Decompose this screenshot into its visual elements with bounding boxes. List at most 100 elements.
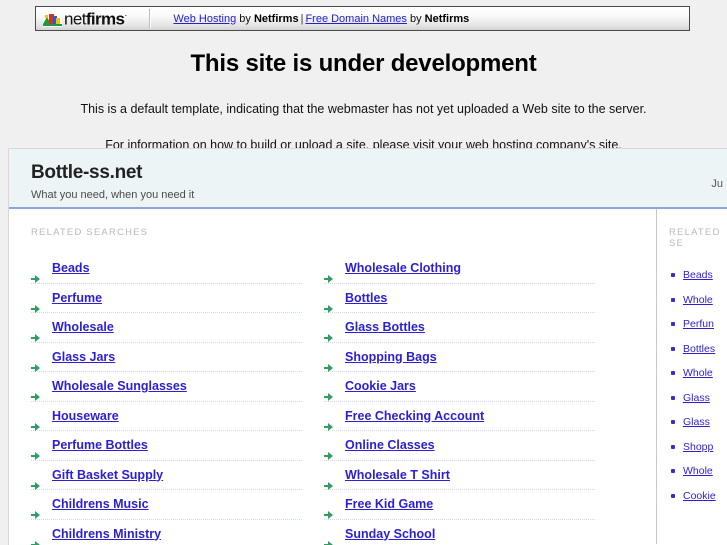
related-search-link[interactable]: Free Checking Account [345,409,484,423]
square-bullet-icon [671,469,675,473]
page-title: This site is under development [190,50,537,77]
arrow-bullet-icon [324,295,333,313]
list-item[interactable]: Gift Basket Supply [31,461,302,490]
list-item[interactable]: Houseware [31,402,302,431]
by-text-2: by [409,12,422,25]
logo-firms-text: firms [85,9,125,29]
related-search-link[interactable]: Wholesale T Shirt [345,468,450,482]
related-searches-columns: Beads Perfume Wholesale Glass Jars Whole… [9,254,656,545]
list-item[interactable]: Free Kid Game [324,490,595,520]
arrow-bullet-icon [31,472,40,490]
arrow-bullet-icon [324,472,333,490]
list-item[interactable]: Bottles [669,337,727,362]
square-bullet-icon [671,273,675,277]
sidebar-related-searches-label: RELATED SE [669,227,721,249]
list-item[interactable]: Whole [669,459,727,484]
arrow-bullet-icon [324,531,333,545]
related-search-link[interactable]: Cookie Jars [345,379,416,393]
list-item[interactable]: Wholesale [31,313,302,343]
list-item[interactable]: Perfun [669,312,727,337]
list-item[interactable]: Glass [669,410,727,435]
arrow-bullet-icon [324,265,333,283]
domain-name-heading: Bottle-ss.net [31,162,143,183]
list-item[interactable]: Glass Jars [31,343,302,372]
related-search-link[interactable]: Shopping Bags [345,350,437,364]
related-search-link[interactable]: Glass Jars [52,350,115,364]
arrow-bullet-icon [31,413,40,431]
sidebar-related-search-link[interactable]: Whole [683,367,713,379]
list-item[interactable]: Bottles [324,284,595,313]
sidebar-related-search-link[interactable]: Cookie [683,490,716,502]
related-search-link[interactable]: Glass Bottles [345,320,425,334]
related-searches-sidebar: RELATED SE Beads Whole Perfun Bottles Wh… [656,209,727,544]
list-item[interactable]: Childrens Music [31,490,302,520]
logo-net-text: net [64,9,86,29]
sidebar-related-search-link[interactable]: Glass [683,392,710,404]
list-item[interactable]: Glass Bottles [324,313,595,343]
list-item[interactable]: Glass [669,386,727,411]
sidebar-related-search-link[interactable]: Whole [683,465,713,477]
square-bullet-icon [671,420,675,424]
list-item[interactable]: Sunday School [324,520,595,545]
list-item[interactable]: Perfume [31,284,302,313]
related-searches-list-2: Wholesale Clothing Bottles Glass Bottles… [324,254,595,545]
related-search-link[interactable]: Perfume Bottles [52,438,148,452]
arrow-bullet-icon [31,295,40,313]
related-search-link[interactable]: Online Classes [345,438,435,452]
list-item[interactable]: Wholesale T Shirt [324,461,595,490]
under-development-notice: This site is under development This is a… [0,38,727,152]
arrow-bullet-icon [31,442,40,460]
list-item[interactable]: Beads [669,263,727,288]
list-item[interactable]: Beads [31,254,302,284]
related-search-link[interactable]: Beads [52,261,90,275]
domain-tagline: What you need, when you need it [31,189,195,201]
list-item[interactable]: Whole [669,361,727,386]
related-search-link[interactable]: Wholesale Clothing [345,261,461,275]
arrow-bullet-icon [324,442,333,460]
related-search-link[interactable]: Bottles [345,291,387,305]
related-search-link[interactable]: Free Kid Game [345,497,433,511]
sidebar-related-search-link[interactable]: Beads [683,269,713,281]
netfirms-logo-text: netfirms· [64,7,127,28]
list-item[interactable]: Cookie [669,484,727,509]
list-item[interactable]: Childrens Ministry [31,520,302,545]
notice-line-1: This is a default template, indicating t… [80,102,647,116]
parked-domain-panel: Bottle-ss.net What you need, when you ne… [8,148,727,545]
list-item[interactable]: Wholesale Sunglasses [31,372,302,402]
related-search-link[interactable]: Wholesale Sunglasses [52,379,187,393]
sidebar-related-search-link[interactable]: Shopp [683,441,713,453]
sidebar-related-search-link[interactable]: Whole [683,294,713,306]
netfirms-logo-icon [43,10,62,27]
related-search-link[interactable]: Gift Basket Supply [52,468,163,482]
list-item[interactable]: Free Checking Account [324,402,595,431]
sidebar-related-searches-list: Beads Whole Perfun Bottles Whole Glass G… [669,263,727,508]
netfirms-logo[interactable]: netfirms· [36,7,127,30]
related-search-link[interactable]: Sunday School [345,527,435,541]
parked-panel-header: Bottle-ss.net What you need, when you ne… [9,149,727,209]
sidebar-related-search-link[interactable]: Glass [683,416,710,428]
list-item[interactable]: Perfume Bottles [31,431,302,461]
list-item[interactable]: Shopping Bags [324,343,595,372]
sidebar-related-search-link[interactable]: Perfun [683,318,714,330]
list-item[interactable]: Shopp [669,435,727,460]
square-bullet-icon [671,395,675,400]
by-text-1: by [239,12,251,25]
netfirms-bar-inner: netfirms· Web Hosting by Netfirms | Free D… [35,6,690,31]
arrow-bullet-icon [324,324,333,342]
list-item[interactable]: Online Classes [324,431,595,461]
related-search-link[interactable]: Childrens Music [52,497,149,511]
list-item[interactable]: Whole [669,288,727,313]
netfirms-header-links: Web Hosting by Netfirms | Free Domain Name… [173,13,469,25]
sidebar-related-search-link[interactable]: Bottles [683,343,715,355]
web-hosting-link[interactable]: Web Hosting [173,13,236,25]
related-search-link[interactable]: Perfume [52,291,102,305]
arrow-bullet-icon [324,413,333,431]
related-search-link[interactable]: Wholesale [52,320,114,334]
list-item[interactable]: Cookie Jars [324,372,595,402]
list-item[interactable]: Wholesale Clothing [324,254,595,284]
related-search-link[interactable]: Childrens Ministry [52,527,161,541]
free-domain-names-link[interactable]: Free Domain Names [305,13,406,25]
related-searches-label: RELATED SEARCHES [31,227,149,238]
related-search-link[interactable]: Houseware [52,409,119,423]
netfirms-header-bar: netfirms· Web Hosting by Netfirms | Free D… [0,0,727,38]
